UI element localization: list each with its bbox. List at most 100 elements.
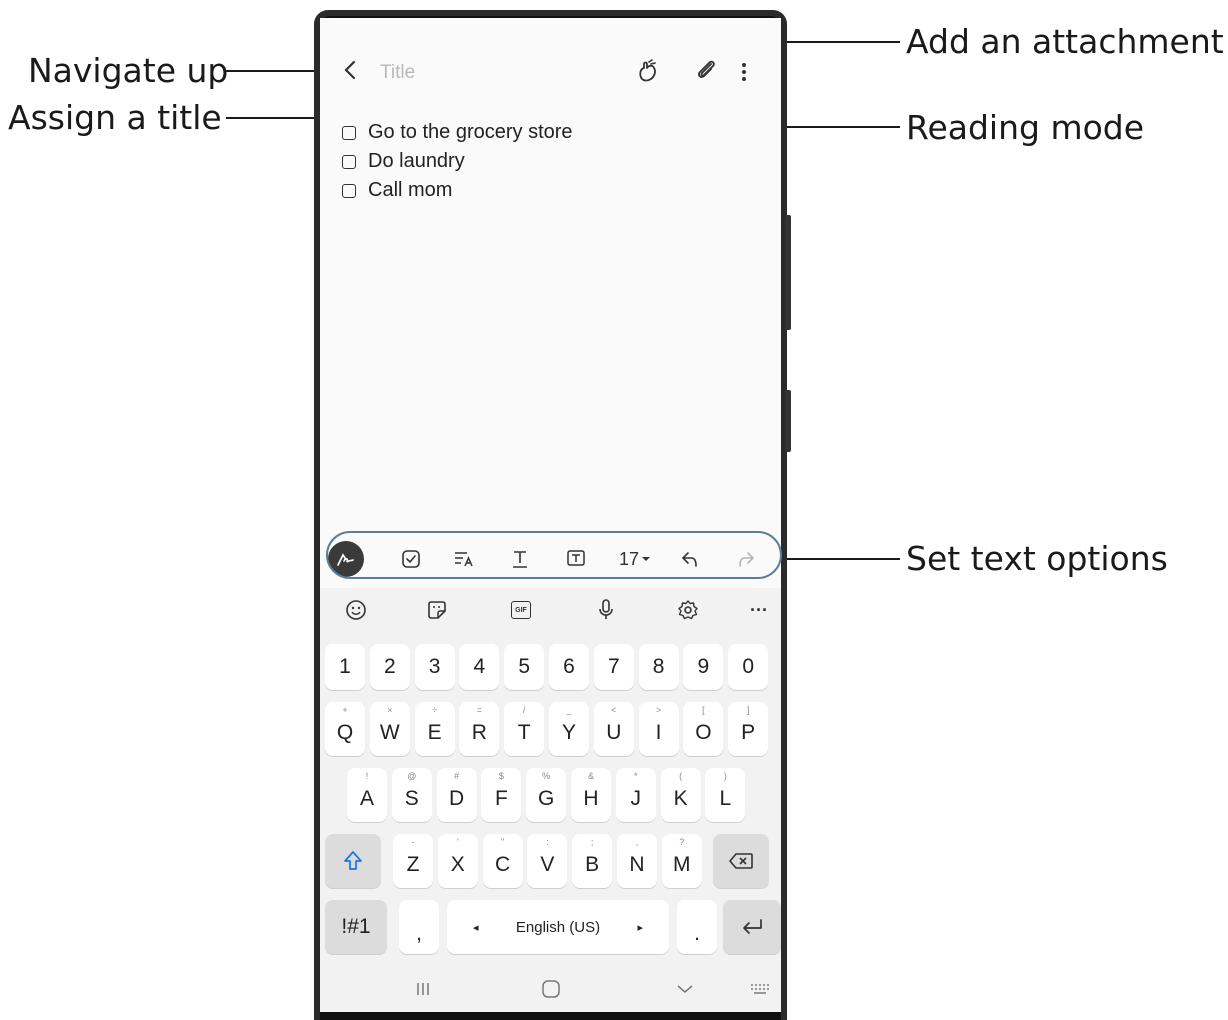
- key-5[interactable]: 5: [504, 644, 545, 690]
- symbols-key[interactable]: !#1: [325, 900, 387, 954]
- key-w[interactable]: × W: [369, 702, 410, 756]
- key-g[interactable]: % G: [526, 768, 567, 822]
- key-label: T: [517, 721, 531, 744]
- keyboard-settings-button[interactable]: [674, 596, 702, 624]
- key-label: W: [379, 721, 400, 744]
- key-8[interactable]: 8: [638, 644, 679, 690]
- key-y[interactable]: _ Y: [549, 702, 589, 756]
- key-label: 6: [563, 655, 575, 678]
- emoji-button[interactable]: [342, 596, 370, 624]
- key-r[interactable]: = R: [459, 702, 500, 756]
- period-key[interactable]: .: [677, 900, 717, 954]
- mic-icon: [599, 599, 613, 619]
- callout-line-text-options: [784, 558, 900, 560]
- checklist-item[interactable]: Go to the grocery store: [342, 118, 573, 147]
- key-b[interactable]: ; B: [572, 834, 613, 888]
- key-hint-label: &: [587, 771, 594, 781]
- key-label: O: [695, 721, 712, 744]
- key-d[interactable]: # D: [436, 768, 477, 822]
- key-e[interactable]: ÷ E: [414, 702, 455, 756]
- key-k[interactable]: (K: [660, 768, 701, 822]
- hide-keyboard-button[interactable]: [670, 976, 700, 1002]
- home-button[interactable]: [536, 976, 566, 1002]
- checklist-item[interactable]: Call mom: [342, 176, 573, 205]
- dot-icon: [742, 63, 746, 67]
- key-label: H: [583, 787, 599, 810]
- comma-key[interactable]: ,: [399, 900, 439, 954]
- key-label: K: [673, 787, 688, 810]
- key-label: U: [606, 721, 622, 744]
- key-x[interactable]: ' X: [437, 834, 478, 888]
- keyboard-switch-button[interactable]: [748, 976, 772, 1002]
- key-hint-label: :: [546, 837, 549, 847]
- key-6[interactable]: 6: [549, 644, 589, 690]
- key-2[interactable]: 2: [369, 644, 410, 690]
- title-input[interactable]: Title: [380, 62, 415, 84]
- key-label: 5: [518, 655, 531, 678]
- key-m[interactable]: ? M: [661, 834, 702, 888]
- key-i[interactable]: > I: [638, 702, 679, 756]
- key-7[interactable]: 7: [593, 644, 634, 690]
- key-p[interactable]: ] P: [728, 702, 769, 756]
- key-1[interactable]: 1: [325, 644, 365, 690]
- callout-text-options: Set text options: [906, 539, 1168, 578]
- key-hint-label: !: [365, 771, 369, 781]
- key-s[interactable]: @ S: [391, 768, 432, 822]
- key-hint-label: $: [498, 771, 504, 781]
- text-options-highlight: [326, 531, 782, 579]
- checkbox-icon[interactable]: [342, 154, 356, 169]
- voice-input-button[interactable]: [592, 596, 620, 624]
- key-z[interactable]: -Z: [393, 834, 433, 888]
- key-q[interactable]: + Q: [325, 702, 365, 756]
- key-hint-label: ": [500, 837, 505, 847]
- enter-icon: [743, 919, 762, 934]
- key-hint-label: +: [342, 705, 348, 715]
- key-hint-label: (: [679, 771, 683, 781]
- key-3[interactable]: 3: [414, 644, 455, 690]
- keyboard-toolbar: GIF ···: [320, 588, 781, 632]
- note-checklist: Go to the grocery store Do laundry Call …: [342, 118, 573, 205]
- key-a[interactable]: ! A: [347, 768, 387, 822]
- key-h[interactable]: & H: [571, 768, 611, 822]
- key-u[interactable]: < U: [593, 702, 634, 756]
- key-n[interactable]: ,N: [617, 834, 657, 888]
- checkbox-icon[interactable]: [342, 183, 356, 198]
- key-label: J: [630, 787, 642, 810]
- shift-key[interactable]: [325, 834, 381, 888]
- more-icon: ···: [750, 599, 768, 620]
- checklist-item[interactable]: Do laundry: [342, 147, 573, 176]
- key-o[interactable]: [O: [683, 702, 724, 756]
- key-label: F: [494, 787, 508, 810]
- key-l[interactable]: ) L: [705, 768, 746, 822]
- sticker-button[interactable]: [423, 596, 451, 624]
- home-icon: [542, 980, 560, 998]
- system-nav-bar: [320, 966, 781, 1012]
- key-c[interactable]: " C: [482, 834, 523, 888]
- key-0[interactable]: 0: [728, 644, 769, 690]
- key-f[interactable]: $ F: [481, 768, 522, 822]
- gif-button[interactable]: GIF: [507, 596, 535, 624]
- key-9[interactable]: 9: [683, 644, 724, 690]
- key-hint-label: ?: [679, 837, 685, 847]
- key-label: N: [629, 853, 645, 876]
- key-hint-label: ×: [387, 705, 393, 715]
- space-key[interactable]: ◂ English (US) ▸: [447, 900, 669, 954]
- key-t[interactable]: / T: [504, 702, 545, 756]
- keyboard-more-button[interactable]: ···: [745, 596, 773, 624]
- key-label: 3: [428, 655, 441, 678]
- reading-mode-button[interactable]: [633, 56, 663, 86]
- add-attachment-button[interactable]: [692, 56, 722, 86]
- key-label: R: [471, 721, 487, 744]
- navigate-up-button[interactable]: [342, 58, 358, 88]
- more-options-button[interactable]: [741, 60, 747, 84]
- key-hint-label: #: [454, 771, 460, 781]
- backspace-key[interactable]: [712, 834, 769, 888]
- key-j[interactable]: * J: [615, 768, 656, 822]
- enter-key[interactable]: [723, 900, 781, 954]
- key-v[interactable]: :V: [527, 834, 568, 888]
- key-label: S: [404, 787, 419, 810]
- shift-icon: [344, 851, 362, 870]
- key-4[interactable]: 4: [459, 644, 500, 690]
- checkbox-icon[interactable]: [342, 125, 356, 140]
- recent-apps-button[interactable]: [408, 976, 438, 1002]
